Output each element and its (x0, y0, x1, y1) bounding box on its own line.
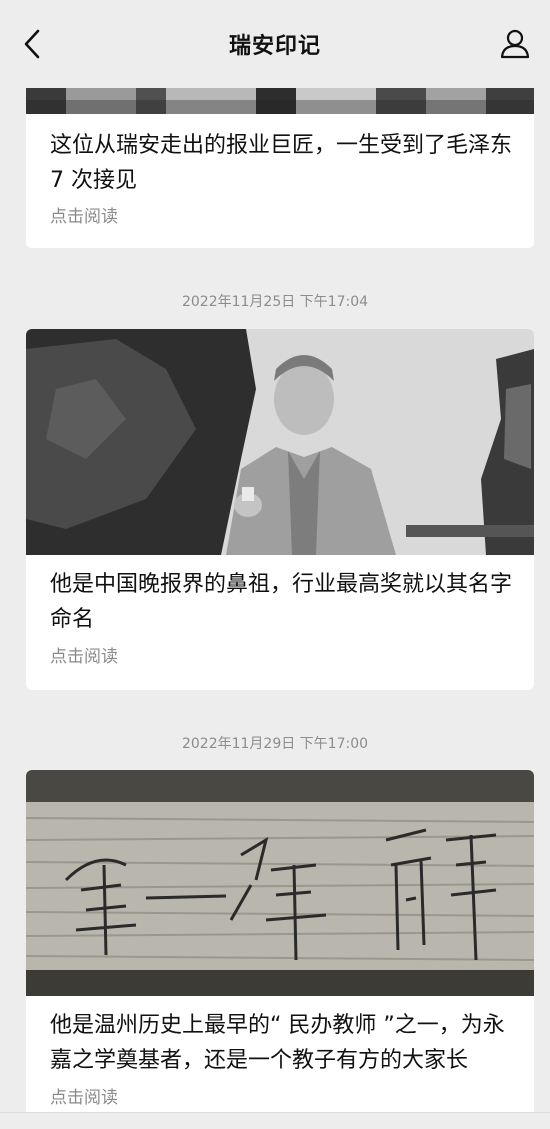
page-title: 瑞安印记 (228, 34, 321, 59)
profile-button[interactable] (496, 24, 534, 62)
article-3-cover-image (26, 770, 534, 996)
top-nav-bar: 瑞安印记 (0, 0, 550, 88)
user-icon (500, 29, 530, 59)
article-feed: 这位从瑞安走出的报业巨匠，一生受到了毛泽东 7 次接见 点击阅读 2022年11… (0, 0, 550, 1129)
article-card-3[interactable]: 他是温州历史上最早的“ 民办教师 ”之一，为永嘉之学奠基者，还是一个教子有方的大… (26, 770, 534, 1129)
article-1-title[interactable]: 这位从瑞安走出的报业巨匠，一生受到了毛泽东 7 次接见 (50, 128, 516, 198)
article-1-read-link[interactable]: 点击阅读 (50, 202, 118, 227)
article-card-1[interactable]: 这位从瑞安走出的报业巨匠，一生受到了毛泽东 7 次接见 点击阅读 (26, 60, 534, 248)
article-2-cover-image (26, 329, 534, 555)
article-2-read-link[interactable]: 点击阅读 (50, 642, 118, 667)
article-3-title[interactable]: 他是温州历史上最早的“ 民办教师 ”之一，为永嘉之学奠基者，还是一个教子有方的大… (50, 1008, 516, 1078)
article-3-read-link[interactable]: 点击阅读 (50, 1083, 118, 1108)
timestamp: 2022年11月29日 下午17:00 (181, 736, 369, 752)
timestamp: 2022年11月25日 下午17:04 (181, 294, 369, 310)
bottom-edge (0, 1112, 550, 1129)
article-2-title[interactable]: 他是中国晚报界的鼻祖，行业最高奖就以其名字命名 (50, 567, 516, 637)
article-card-2[interactable]: 他是中国晚报界的鼻祖，行业最高奖就以其名字命名 点击阅读 (26, 329, 534, 690)
